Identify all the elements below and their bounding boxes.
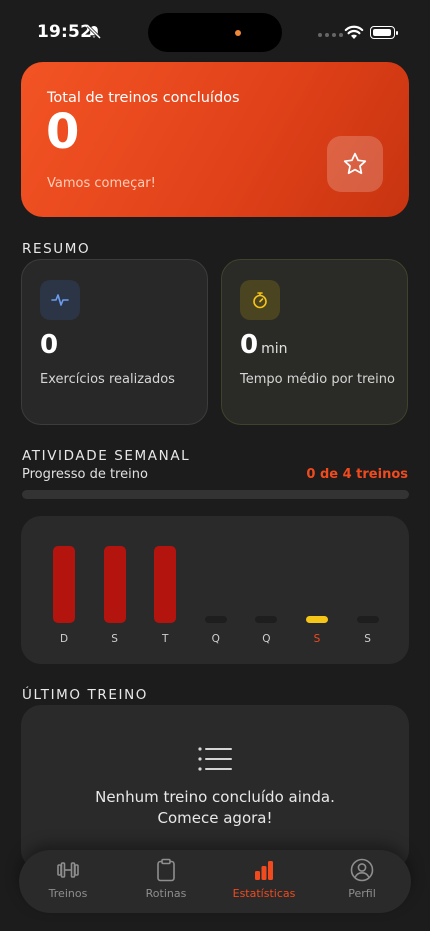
exercises-value: 0 bbox=[40, 330, 59, 360]
day-label: S bbox=[111, 633, 118, 645]
day-activity-bar bbox=[306, 616, 328, 623]
weekly-section-title: ATIVIDADE SEMANAL bbox=[22, 448, 191, 464]
stopwatch-icon bbox=[240, 280, 280, 320]
favorite-button[interactable] bbox=[327, 136, 383, 192]
average-time-value: 0 min bbox=[240, 330, 288, 360]
day-label: D bbox=[59, 633, 69, 645]
average-time-unit: min bbox=[261, 341, 288, 357]
tab-treinos[interactable]: Treinos bbox=[19, 857, 117, 907]
average-time-label: Tempo médio por treino bbox=[240, 372, 395, 387]
day-column: D bbox=[52, 516, 76, 664]
weekly-progress-count: 0 de 4 treinos bbox=[306, 467, 408, 482]
day-activity-bar bbox=[356, 616, 379, 623]
cellular-signal-icon bbox=[318, 33, 343, 37]
bell-off-icon bbox=[86, 24, 102, 40]
day-column: S bbox=[356, 516, 380, 664]
status-time: 19:52 bbox=[37, 22, 93, 42]
day-column: S bbox=[103, 516, 127, 664]
user-circle-icon bbox=[350, 858, 374, 882]
bar-chart-icon bbox=[255, 861, 273, 880]
day-column: Q bbox=[204, 516, 228, 664]
tab-label: Treinos bbox=[48, 887, 88, 900]
total-workouts-card: Total de treinos concluídos 0 Vamos come… bbox=[21, 62, 409, 217]
empty-state-message: Nenhum treino concluído ainda. Comece ag… bbox=[21, 787, 409, 829]
wifi-icon bbox=[344, 25, 364, 39]
weekly-progress-bar bbox=[22, 490, 409, 499]
tab-estatisticas[interactable]: Estatísticas bbox=[215, 857, 313, 907]
total-workouts-value: 0 bbox=[46, 104, 80, 160]
status-bar: 19:52 bbox=[0, 0, 430, 60]
total-workouts-subtitle: Vamos começar! bbox=[47, 176, 156, 191]
clipboard-icon bbox=[157, 858, 175, 882]
day-activity-bar bbox=[204, 616, 227, 623]
day-activity-bar bbox=[103, 546, 126, 623]
weekly-activity-chart: DSTQQSS bbox=[21, 516, 409, 664]
last-workout-card: Nenhum treino concluído ainda. Comece ag… bbox=[21, 705, 409, 870]
list-icon bbox=[198, 747, 232, 771]
tab-perfil[interactable]: Perfil bbox=[313, 857, 411, 907]
day-label: Q bbox=[211, 633, 220, 645]
day-column: S bbox=[305, 516, 329, 664]
average-time-card: 0 min Tempo médio por treino bbox=[221, 259, 408, 425]
day-label: S bbox=[364, 633, 371, 645]
battery-icon bbox=[370, 26, 398, 39]
tab-rotinas[interactable]: Rotinas bbox=[117, 857, 215, 907]
day-activity-bar bbox=[154, 546, 177, 623]
day-label: T bbox=[161, 633, 169, 645]
exercises-label: Exercícios realizados bbox=[40, 372, 175, 387]
day-column: Q bbox=[254, 516, 278, 664]
last-workout-section-title: ÚLTIMO TREINO bbox=[22, 687, 148, 703]
day-column: T bbox=[153, 516, 177, 664]
day-activity-bar bbox=[53, 546, 75, 623]
star-icon bbox=[343, 152, 367, 175]
tab-label: Perfil bbox=[348, 887, 376, 900]
bottom-tab-bar: Treinos Rotinas Estatísticas Perfil bbox=[19, 850, 411, 913]
dumbbell-icon bbox=[57, 862, 79, 878]
day-activity-bar bbox=[255, 616, 278, 623]
summary-section-title: RESUMO bbox=[22, 241, 91, 257]
day-label: S bbox=[313, 633, 321, 645]
statistics-screen: 19:52 Total de treinos concluídos 0 Vamo… bbox=[0, 0, 430, 931]
day-label: Q bbox=[262, 633, 271, 645]
weekly-progress-label: Progresso de treino bbox=[22, 467, 148, 482]
activity-pulse-icon bbox=[40, 280, 80, 320]
tab-label: Estatísticas bbox=[232, 887, 296, 900]
exercises-card: 0 Exercícios realizados bbox=[21, 259, 208, 425]
tab-label: Rotinas bbox=[145, 887, 187, 900]
empty-state-line-1: Nenhum treino concluído ainda. bbox=[95, 788, 335, 806]
recording-indicator bbox=[235, 30, 241, 36]
dynamic-island bbox=[148, 13, 282, 52]
empty-state-line-2: Comece agora! bbox=[157, 809, 273, 827]
